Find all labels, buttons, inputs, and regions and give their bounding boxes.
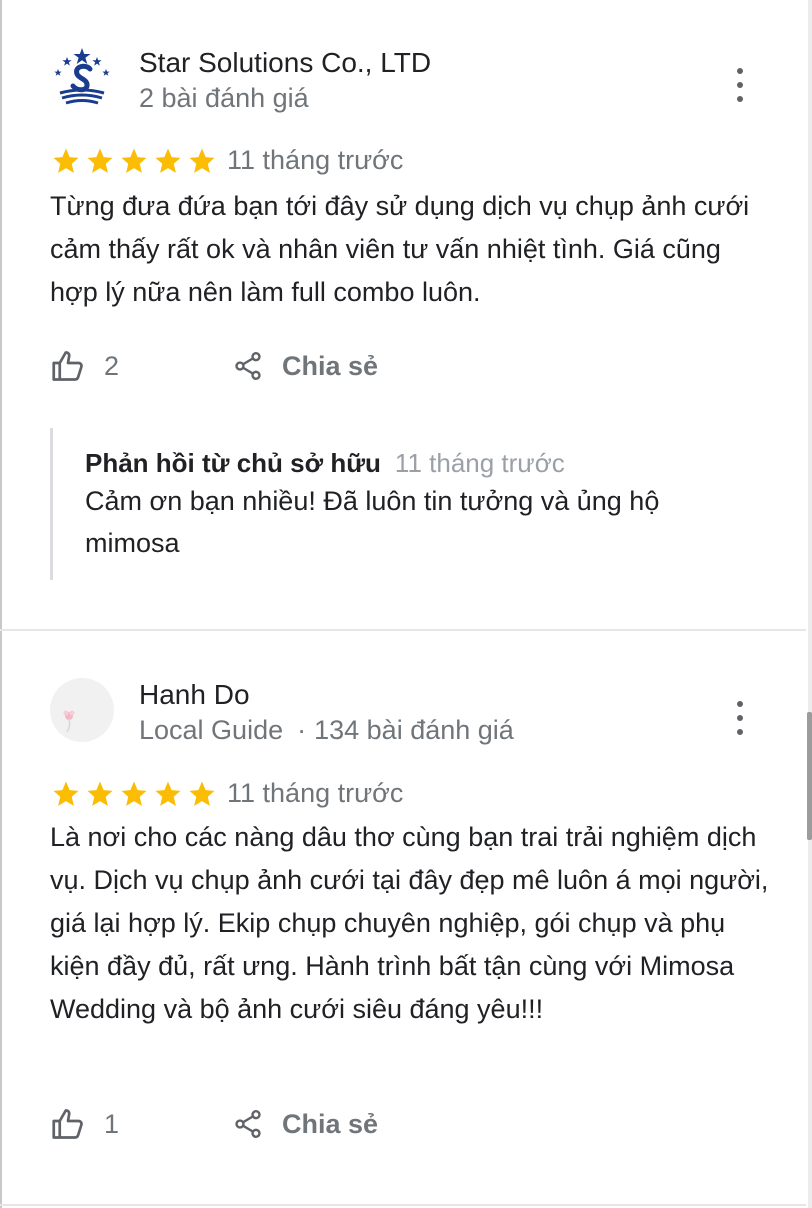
owner-reply-time: 11 tháng trước: [394, 448, 565, 478]
author-name[interactable]: Star Solutions Co., LTD: [139, 47, 431, 79]
star-rating: [51, 146, 221, 176]
star-icon: [87, 781, 113, 806]
share-icon: [235, 352, 261, 380]
star-icon: [155, 781, 181, 806]
like-button[interactable]: 1: [50, 1106, 230, 1142]
owner-reply: Phản hồi từ chủ sở hữu 11 tháng trước Cảm…: [50, 428, 753, 580]
more-vert-icon: [737, 701, 743, 707]
thumb-up-icon: [52, 1109, 83, 1139]
star-icon: [155, 148, 181, 173]
local-guide-badge: Local Guide: [139, 715, 284, 745]
owner-reply-header: Phản hồi từ chủ sở hữu 11 tháng trước: [85, 448, 565, 479]
author-avatar[interactable]: [50, 678, 114, 742]
owner-reply-title: Phản hồi từ chủ sở hữu: [85, 448, 381, 478]
author-review-count: 134 bài đánh giá: [314, 715, 514, 745]
more-vert-icon: [737, 68, 743, 74]
profile-photo-icon: [50, 678, 114, 742]
author-name[interactable]: Hanh Do: [139, 679, 250, 711]
scrollbar-thumb[interactable]: [807, 712, 812, 840]
review-card: Hanh Do Local Guide · 134 bài đánh giá 11 …: [0, 631, 806, 1205]
review-actions: 2 Chia sẻ: [50, 348, 378, 384]
review-divider: [0, 1204, 806, 1206]
review-time: 11 tháng trước: [227, 145, 404, 175]
rating-row: 11 tháng trước: [51, 778, 403, 809]
star-icon: [189, 781, 215, 806]
review-text: Là nơi cho các nàng dâu thơ cùng bạn tra…: [50, 822, 769, 1024]
author-avatar[interactable]: [50, 45, 114, 109]
separator-dot: ·: [297, 715, 307, 745]
author-review-count[interactable]: 2 bài đánh giá: [139, 83, 309, 114]
star-icon: [53, 148, 79, 173]
rating-row: 11 tháng trước: [51, 145, 403, 176]
thumb-up-icon: [52, 351, 83, 381]
share-button[interactable]: Chia sẻ: [232, 1107, 378, 1141]
star-icon: [53, 781, 79, 806]
review-time: 11 tháng trước: [227, 778, 404, 808]
star-icon: [87, 148, 113, 173]
more-options-button[interactable]: [728, 701, 752, 735]
share-label: Chia sẻ: [282, 350, 379, 381]
more-options-button[interactable]: [728, 68, 752, 102]
like-button[interactable]: 2: [50, 348, 230, 384]
reviews-panel: Star Solutions Co., LTD 2 bài đánh giá 1…: [0, 0, 812, 1208]
like-count: 2: [104, 350, 120, 381]
review-text: Từng đưa đứa bạn tới đây sử dụng dịch vụ…: [50, 191, 750, 307]
scrollbar-track[interactable]: [808, 0, 812, 1208]
star-icon: [121, 781, 147, 806]
star-icon: [189, 148, 215, 173]
share-label: Chia sẻ: [282, 1108, 379, 1139]
star-rating: [51, 779, 221, 809]
review-actions: 1 Chia sẻ: [50, 1106, 378, 1142]
share-button[interactable]: Chia sẻ: [232, 349, 378, 383]
review-card: Star Solutions Co., LTD 2 bài đánh giá 1…: [0, 0, 806, 630]
author-meta[interactable]: Local Guide · 134 bài đánh giá: [139, 715, 514, 746]
owner-reply-text: Cảm ơn bạn nhiều! Đã luôn tin tưởng và ủ…: [85, 486, 660, 558]
like-count: 1: [104, 1108, 120, 1139]
company-logo-icon: [50, 45, 114, 109]
star-icon: [121, 148, 147, 173]
share-icon: [235, 1110, 261, 1138]
